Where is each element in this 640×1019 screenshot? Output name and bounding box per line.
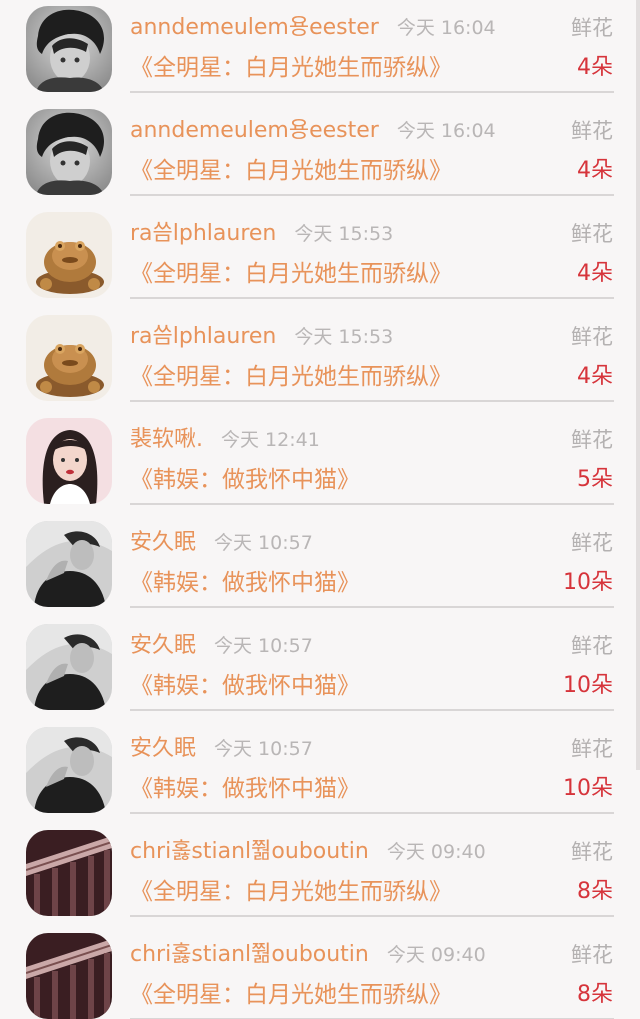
timestamp: 今天 15:53 [294,223,394,245]
avatar-man-icon[interactable] [26,727,112,813]
gift-record-list[interactable]: anndemeulem용eester 今天 16:04 鲜花 《全明星：白月光她生… [0,0,640,1019]
user-name: anndemeulem용eester 今天 16:04 [130,13,496,43]
gift-amount: 4朵 [577,261,613,286]
gift-type: 鲜花 [571,16,613,40]
avatar-golden-toad-icon[interactable] [26,212,112,298]
user-name: chri홇stianl쭮ouboutin 今天 09:40 [130,940,486,970]
book-title[interactable]: 《韩娱：做我怀中猫》 [130,568,360,598]
gift-amount: 4朵 [577,364,613,389]
book-title[interactable]: 《全明星：白月光她生而骄纵》 [130,362,452,392]
timestamp: 今天 15:53 [294,326,394,348]
book-title[interactable]: 《韩娱：做我怀中猫》 [130,774,360,804]
timestamp: 今天 12:41 [221,429,320,451]
user-name-label: chri홇stianl쭮ouboutin [130,839,369,864]
user-name-label: 安久眠 [130,736,197,761]
book-title[interactable]: 《全明星：白月光她生而骄纵》 [130,156,452,186]
gift-type: 鲜花 [571,531,613,555]
gift-amount: 10朵 [563,673,613,698]
list-item[interactable]: 安久眠 今天 10:57 鲜花 《韩娱：做我怀中猫》 10朵 [0,618,640,721]
user-name-label: anndemeulem용eester [130,15,379,40]
gift-amount: 10朵 [563,776,613,801]
timestamp: 今天 10:57 [214,635,313,657]
user-name-label: 安久眠 [130,530,197,555]
user-name-label: ra씀lphlauren [130,324,277,349]
list-item[interactable]: ra씀lphlauren 今天 15:53 鲜花 《全明星：白月光她生而骄纵》 4… [0,206,640,309]
list-item[interactable]: 安久眠 今天 10:57 鲜花 《韩娱：做我怀中猫》 10朵 [0,515,640,618]
book-title[interactable]: 《全明星：白月光她生而骄纵》 [130,259,452,289]
user-name-label: 安久眠 [130,633,197,658]
user-name: 安久眠 今天 10:57 [130,734,313,764]
gift-amount: 10朵 [563,570,613,595]
book-title[interactable]: 《韩娱：做我怀中猫》 [130,671,360,701]
avatar-railing-icon[interactable] [26,830,112,916]
timestamp: 今天 10:57 [214,738,313,760]
gift-amount: 4朵 [577,158,613,183]
book-title[interactable]: 《全明星：白月光她生而骄纵》 [130,877,452,907]
scrollbar[interactable] [636,0,640,770]
gift-amount: 8朵 [577,982,613,1007]
list-item[interactable]: 安久眠 今天 10:57 鲜花 《韩娱：做我怀中猫》 10朵 [0,721,640,824]
timestamp: 今天 09:40 [386,841,486,863]
gift-type: 鲜花 [571,634,613,658]
user-name: chri홇stianl쭮ouboutin 今天 09:40 [130,837,486,867]
user-name: 安久眠 今天 10:57 [130,528,313,558]
book-title[interactable]: 《全明星：白月光她生而骄纵》 [130,53,452,83]
list-item[interactable]: 裴软啾. 今天 12:41 鲜花 《韩娱：做我怀中猫》 5朵 [0,412,640,515]
user-name-label: ra씀lphlauren [130,221,277,246]
gift-type: 鲜花 [571,943,613,967]
avatar-railing-icon[interactable] [26,933,112,1019]
gift-amount: 8朵 [577,879,613,904]
user-name: 裴软啾. 今天 12:41 [130,425,320,455]
gift-type: 鲜花 [571,840,613,864]
list-item[interactable]: anndemeulem용eester 今天 16:04 鲜花 《全明星：白月光她生… [0,103,640,206]
gift-amount: 5朵 [577,467,613,492]
user-name-label: 裴软啾. [130,427,203,452]
book-title[interactable]: 《韩娱：做我怀中猫》 [130,465,360,495]
gift-type: 鲜花 [571,222,613,246]
user-name: 安久眠 今天 10:57 [130,631,313,661]
avatar-golden-toad-icon[interactable] [26,315,112,401]
book-title[interactable]: 《全明星：白月光她生而骄纵》 [130,980,452,1010]
avatar-man-icon[interactable] [26,521,112,607]
user-name-label: chri홇stianl쭮ouboutin [130,942,369,967]
timestamp: 今天 10:57 [214,532,313,554]
timestamp: 今天 09:40 [386,944,486,966]
avatar-boy-icon[interactable] [26,6,112,92]
gift-type: 鲜花 [571,325,613,349]
gift-type: 鲜花 [571,428,613,452]
list-item[interactable]: anndemeulem용eester 今天 16:04 鲜花 《全明星：白月光她生… [0,0,640,103]
timestamp: 今天 16:04 [396,120,496,142]
list-item[interactable]: chri홇stianl쭮ouboutin 今天 09:40 鲜花 《全明星：白月光… [0,927,640,1019]
avatar-girl-icon[interactable] [26,418,112,504]
list-item[interactable]: ra씀lphlauren 今天 15:53 鲜花 《全明星：白月光她生而骄纵》 4… [0,309,640,412]
user-name-label: anndemeulem용eester [130,118,379,143]
user-name: ra씀lphlauren 今天 15:53 [130,322,393,352]
gift-type: 鲜花 [571,737,613,761]
timestamp: 今天 16:04 [396,17,496,39]
gift-type: 鲜花 [571,119,613,143]
user-name: anndemeulem용eester 今天 16:04 [130,116,496,146]
list-item[interactable]: chri홇stianl쭮ouboutin 今天 09:40 鲜花 《全明星：白月光… [0,824,640,927]
gift-amount: 4朵 [577,55,613,80]
user-name: ra씀lphlauren 今天 15:53 [130,219,393,249]
avatar-boy-icon[interactable] [26,109,112,195]
avatar-man-icon[interactable] [26,624,112,710]
